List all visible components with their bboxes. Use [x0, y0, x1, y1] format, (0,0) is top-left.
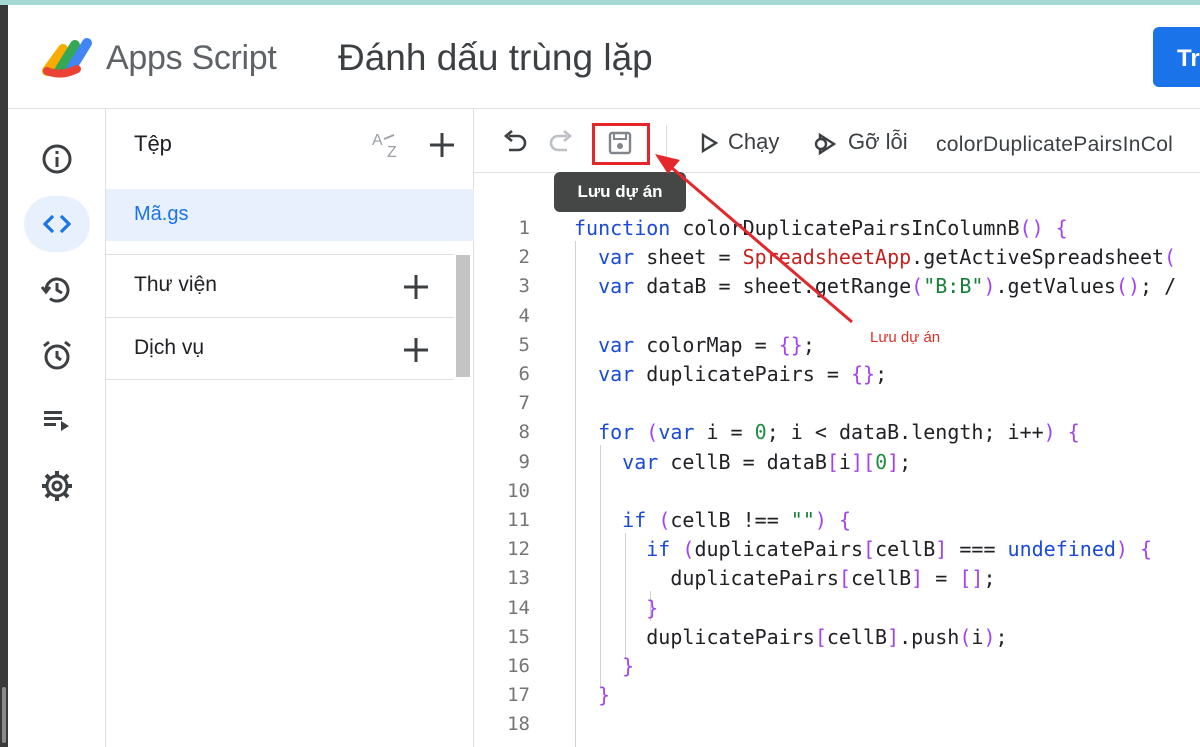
- executions-nav[interactable]: [24, 392, 90, 448]
- code-line: for (var i = 0; i < dataB.length; i++) {: [598, 420, 1080, 445]
- app-name: Apps Script: [106, 39, 277, 77]
- line-number: 3: [518, 275, 530, 298]
- code-line: if (cellB !== "") {: [622, 508, 852, 532]
- line-number: 4: [518, 304, 530, 327]
- file-item-ma-gs[interactable]: Mã.gs: [106, 189, 474, 241]
- settings-icon: [42, 471, 72, 501]
- panel-scrollbar[interactable]: [456, 255, 470, 377]
- line-number: 17: [507, 684, 530, 707]
- code-line: var cellB = dataB[i][0];: [622, 449, 912, 474]
- left-nav-rail: [8, 109, 106, 747]
- libraries-section: Thư viện: [106, 254, 454, 316]
- files-header: Tệp A Z: [106, 109, 474, 181]
- history-nav[interactable]: [24, 262, 90, 318]
- files-panel: Tệp A Z Mã.gs Thư viện Dịch vụ: [106, 109, 474, 747]
- line-number: 6: [518, 363, 530, 385]
- toolbar-divider: [666, 125, 667, 159]
- code-line: var duplicatePairs = {};: [598, 362, 888, 386]
- line-number: 9: [518, 450, 530, 473]
- undo-icon[interactable]: [500, 127, 530, 157]
- code-line: if (duplicatePairs[cellB] === undefined)…: [646, 537, 1153, 562]
- editor-toolbar: Chạy Gỡ lỗi colorDuplicatePairsInCol: [474, 109, 1200, 173]
- triggers-nav[interactable]: [24, 327, 90, 383]
- window-left-edge: [0, 5, 8, 747]
- line-number: 8: [518, 421, 530, 444]
- overview-nav[interactable]: [24, 131, 90, 187]
- services-section: Dịch vụ: [106, 317, 454, 379]
- line-number: 14: [507, 596, 530, 619]
- line-number: 11: [507, 509, 530, 531]
- files-title: Tệp: [134, 131, 172, 156]
- code-editor[interactable]: 1 function colorDuplicatePairsInColumnB()…: [474, 173, 1200, 747]
- info-icon: [42, 144, 72, 174]
- code-line: var dataB = sheet.getRange("B:B").getVal…: [598, 274, 1177, 299]
- history-icon: [40, 277, 70, 303]
- save-tooltip: Lưu dự án: [554, 172, 686, 212]
- code-line: }: [622, 654, 635, 678]
- add-library-icon[interactable]: [400, 271, 432, 303]
- header: Apps Script Đánh dấu trùng lặp Tr: [8, 5, 1200, 109]
- project-title[interactable]: Đánh dấu trùng lặp: [338, 37, 653, 79]
- code-line: }: [646, 595, 659, 620]
- svg-text:Z: Z: [387, 144, 397, 161]
- libraries-label: Thư viện: [134, 273, 217, 296]
- code-line: duplicatePairs[cellB].push(i);: [574, 624, 1008, 649]
- redo-icon[interactable]: [546, 127, 576, 157]
- section-divider: [106, 379, 454, 380]
- line-number: 7: [518, 392, 530, 415]
- editor-nav[interactable]: [24, 196, 90, 252]
- line-number: 13: [507, 567, 530, 590]
- code-icon: [42, 214, 72, 234]
- code-line: var colorMap = {};: [598, 332, 815, 357]
- debug-icon: [814, 132, 837, 156]
- services-label: Dịch vụ: [134, 336, 205, 359]
- add-service-icon[interactable]: [400, 334, 432, 366]
- run-icon: [701, 132, 719, 154]
- line-number: 15: [507, 625, 530, 648]
- code-line: duplicatePairs[cellB] = [];: [574, 566, 996, 591]
- line-number: 5: [518, 333, 530, 356]
- sort-az-icon[interactable]: A Z: [370, 129, 406, 161]
- line-number: 12: [507, 538, 530, 561]
- line-number: 16: [507, 655, 530, 677]
- apps-script-editor: Apps Script Đánh dấu trùng lặp Tr Tệp A: [8, 5, 1200, 747]
- alarm-icon: [43, 340, 71, 370]
- run-button[interactable]: Chạy: [728, 129, 779, 155]
- code-line: }: [598, 683, 611, 708]
- executions-icon: [44, 411, 69, 431]
- function-select[interactable]: colorDuplicatePairsInCol: [936, 133, 1173, 157]
- line-number: 2: [518, 246, 530, 269]
- add-file-icon[interactable]: [426, 129, 458, 161]
- svg-text:A: A: [372, 132, 383, 149]
- file-name: Mã.gs: [134, 203, 189, 225]
- code-line: var sheet = SpreadsheetApp.getActiveSpre…: [598, 245, 1177, 270]
- deploy-button[interactable]: Tr: [1153, 27, 1200, 87]
- code-line: function colorDuplicatePairsInColumnB() …: [574, 216, 1068, 240]
- scrollbar[interactable]: [2, 687, 6, 743]
- save-icon[interactable]: [606, 129, 634, 157]
- line-number: 18: [507, 713, 530, 736]
- settings-nav[interactable]: [24, 458, 90, 514]
- debug-button[interactable]: Gỡ lỗi: [848, 129, 908, 155]
- apps-script-logo: [42, 38, 92, 78]
- annotation-label: Lưu dự án: [870, 329, 941, 346]
- line-number: 10: [507, 479, 530, 502]
- line-number: 1: [518, 217, 530, 239]
